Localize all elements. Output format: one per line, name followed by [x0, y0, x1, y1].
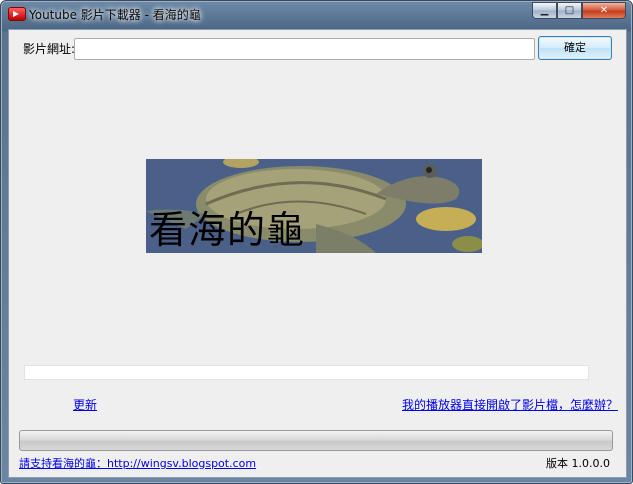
support-text: 請支持看海的龜：http://wingsv.blogspot.com	[19, 455, 256, 471]
minimize-icon: ▁	[540, 5, 549, 16]
close-button[interactable]: ✕	[582, 2, 626, 19]
overall-progress-bar	[19, 430, 613, 451]
minimize-button[interactable]: ▁	[532, 2, 557, 19]
maximize-button[interactable]: □	[557, 2, 582, 19]
app-window: Youtube 影片下載器 - 看海的龜 ▁ □ ✕ 影片網址: 確定 看海的龜…	[0, 0, 633, 484]
ok-button[interactable]: 確定	[538, 36, 612, 60]
banner-image: 看海的龜	[146, 159, 482, 253]
title-bar[interactable]: Youtube 影片下載器 - 看海的龜 ▁ □ ✕	[1, 1, 632, 27]
update-link[interactable]: 更新	[73, 396, 97, 413]
window-title: Youtube 影片下載器 - 看海的龜	[29, 8, 201, 22]
blog-link[interactable]: http://wingsv.blogspot.com	[107, 457, 256, 470]
client-area: 影片網址: 確定 看海的龜 更新 我的播放器直接開啟了影片檔，怎麼辦？ 請支持看…	[8, 29, 627, 478]
support-label[interactable]: 請支持看海的龜：	[19, 457, 107, 470]
url-input[interactable]	[74, 38, 535, 60]
youtube-icon	[8, 7, 26, 21]
banner-title: 看海的龜	[149, 208, 306, 252]
close-icon: ✕	[599, 5, 609, 16]
caption-buttons: ▁ □ ✕	[532, 2, 626, 20]
maximize-icon: □	[564, 5, 575, 16]
url-label: 影片網址:	[23, 42, 76, 56]
player-help-link[interactable]: 我的播放器直接開啟了影片檔，怎麼辦？	[402, 396, 618, 413]
download-progress-bar	[24, 365, 589, 380]
version-label: 版本 1.0.0.0	[546, 457, 610, 470]
